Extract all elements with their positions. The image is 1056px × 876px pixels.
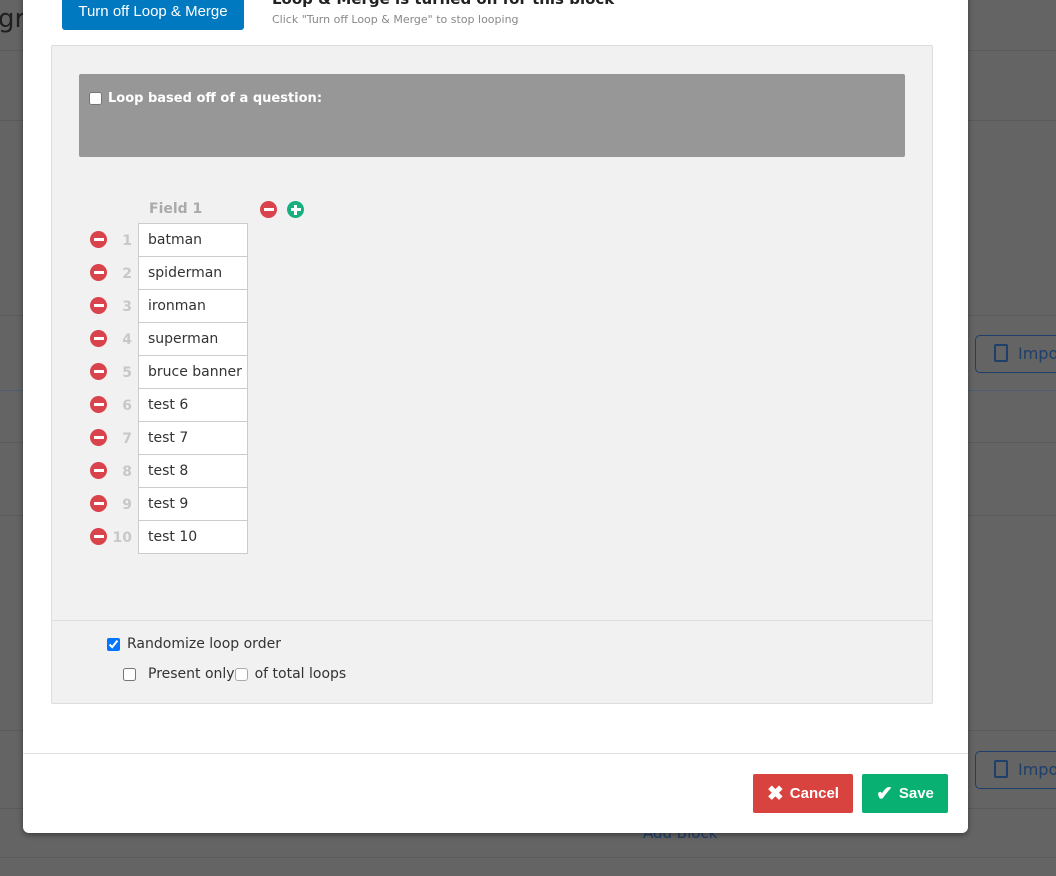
remove-row-icon[interactable] — [90, 330, 107, 347]
row-number: 1 — [122, 233, 132, 249]
row-value-input[interactable]: test 6 — [138, 388, 248, 422]
row-value-input[interactable]: test 10 — [138, 520, 248, 554]
randomize-checkbox[interactable] — [107, 637, 120, 651]
row-number: 6 — [122, 398, 132, 414]
loop-question-option[interactable]: Loop based off of a question: — [89, 91, 322, 106]
save-label: Save — [898, 785, 934, 802]
row-number: 5 — [122, 365, 132, 381]
field-row: 4 superman — [52, 322, 252, 356]
header-title: Loop & Merge is turned on for this block — [272, 0, 614, 8]
present-only-checkbox[interactable] — [123, 667, 136, 681]
row-value-input[interactable]: spiderman — [138, 256, 248, 290]
randomize-option[interactable]: Randomize loop order — [107, 636, 281, 652]
remove-row-icon[interactable] — [90, 396, 107, 413]
row-number: 3 — [122, 299, 132, 315]
import-button[interactable]: Impo — [975, 335, 1056, 373]
remove-row-icon[interactable] — [90, 363, 107, 380]
book-icon — [994, 344, 1008, 362]
field-header: Field 1 — [149, 201, 203, 217]
field-row: 10 test 10 — [52, 520, 252, 554]
field-row: 7 test 7 — [52, 421, 252, 455]
x-icon: ✖ — [767, 783, 784, 805]
check-icon: ✔ — [876, 783, 893, 805]
remove-row-icon[interactable] — [90, 231, 107, 248]
row-number: 8 — [122, 464, 132, 480]
row-value-input[interactable]: test 8 — [138, 454, 248, 488]
add-field-icon[interactable] — [287, 201, 304, 218]
row-number: 9 — [122, 497, 132, 513]
row-value-input[interactable]: superman — [138, 322, 248, 356]
background-title: gr — [0, 4, 26, 34]
loop-panel: Loop based off of a question: Field 1 1 … — [51, 45, 933, 704]
row-value-input[interactable]: test 7 — [138, 421, 248, 455]
row-value-input[interactable]: test 9 — [138, 487, 248, 521]
row-value-input[interactable]: bruce banner — [138, 355, 248, 389]
modal-footer-divider — [23, 753, 968, 754]
import-label: Impo — [1018, 344, 1056, 363]
remove-row-icon[interactable] — [90, 462, 107, 479]
remove-row-icon[interactable] — [90, 297, 107, 314]
randomize-label: Randomize loop order — [127, 636, 281, 652]
present-only-label: Present only — [148, 666, 235, 682]
loop-question-label: Loop based off of a question: — [108, 91, 323, 106]
present-only-option: Present only of total loops — [123, 666, 346, 682]
header-subtitle: Click "Turn off Loop & Merge" to stop lo… — [272, 13, 519, 26]
options-divider — [52, 620, 932, 621]
field-row: 2 spiderman — [52, 256, 252, 290]
field-row: 1 batman — [52, 223, 252, 257]
row-number: 10 — [112, 530, 132, 546]
of-total-label: of total loops — [254, 666, 347, 682]
loop-question-box: Loop based off of a question: — [79, 74, 905, 157]
field-row: 8 test 8 — [52, 454, 252, 488]
field-row: 3 ironman — [52, 289, 252, 323]
import-label: Impo — [1018, 760, 1056, 779]
save-button[interactable]: ✔ Save — [862, 774, 948, 813]
book-icon — [994, 760, 1008, 778]
loop-merge-modal: Turn off Loop & Merge Loop & Merge is tu… — [23, 0, 968, 833]
field-row: 9 test 9 — [52, 487, 252, 521]
row-number: 7 — [122, 431, 132, 447]
present-only-count-input[interactable] — [234, 667, 248, 681]
remove-row-icon[interactable] — [90, 495, 107, 512]
field-row: 6 test 6 — [52, 388, 252, 422]
cancel-label: Cancel — [789, 785, 839, 802]
import-button[interactable]: Impo — [975, 751, 1056, 789]
row-number: 2 — [122, 266, 132, 282]
row-value-input[interactable]: ironman — [138, 289, 248, 323]
remove-field-icon[interactable] — [260, 201, 277, 218]
row-value-input[interactable]: batman — [138, 223, 248, 257]
remove-row-icon[interactable] — [90, 264, 107, 281]
row-number: 4 — [122, 332, 132, 348]
cancel-button[interactable]: ✖ Cancel — [753, 774, 853, 813]
remove-row-icon[interactable] — [90, 429, 107, 446]
turn-off-loop-merge-button[interactable]: Turn off Loop & Merge — [62, 0, 244, 30]
loop-question-checkbox[interactable] — [89, 92, 102, 105]
remove-row-icon[interactable] — [90, 528, 107, 545]
field-row: 5 bruce banner — [52, 355, 252, 389]
